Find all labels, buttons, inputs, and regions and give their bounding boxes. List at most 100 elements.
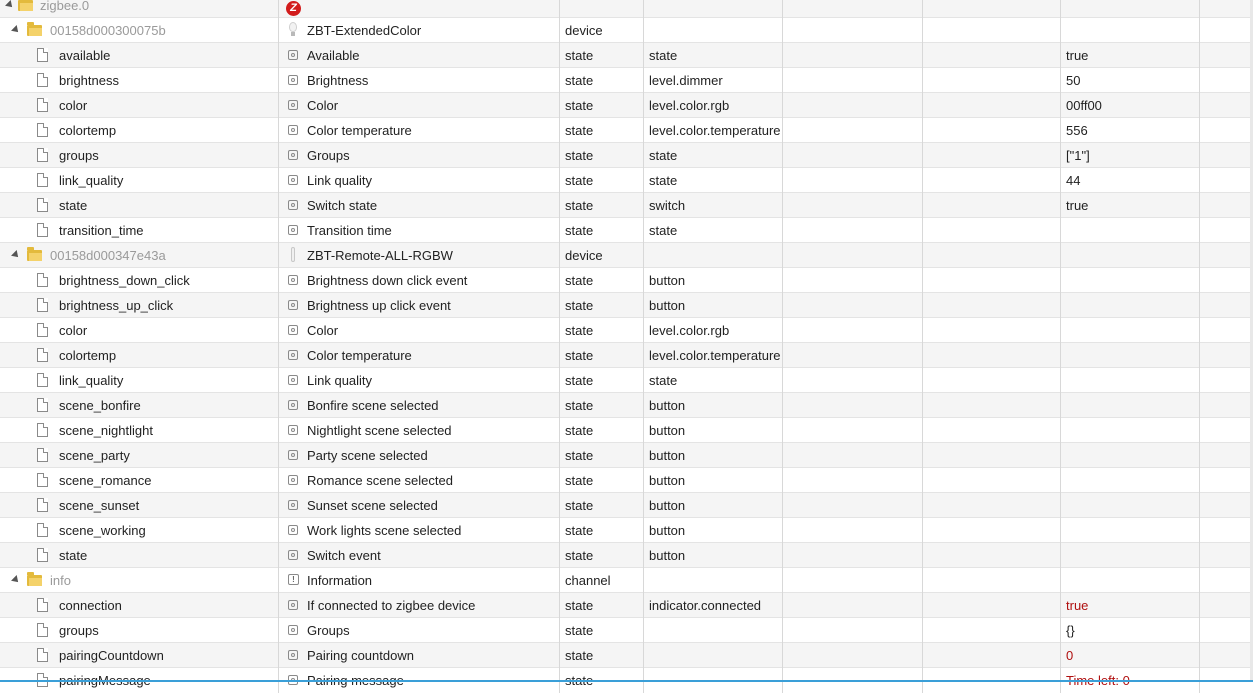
- object-id-cell[interactable]: brightness_up_click: [0, 293, 279, 318]
- object-value-cell[interactable]: 50: [1061, 68, 1200, 93]
- tree-folder-row[interactable]: zigbee.0: [0, 0, 1253, 18]
- object-value-cell[interactable]: [1061, 293, 1200, 318]
- object-value-cell[interactable]: [1061, 568, 1200, 593]
- tree-state-row[interactable]: colortemp Color temperature state level.col…: [0, 118, 1253, 143]
- object-value-cell[interactable]: [1061, 443, 1200, 468]
- object-function-cell[interactable]: [923, 393, 1061, 418]
- object-id-cell[interactable]: scene_nightlight: [0, 418, 279, 443]
- object-id-cell[interactable]: brightness_down_click: [0, 268, 279, 293]
- expand-toggle-icon[interactable]: [5, 0, 15, 10]
- object-value-cell[interactable]: true: [1061, 43, 1200, 68]
- object-room-cell[interactable]: [783, 93, 923, 118]
- object-room-cell[interactable]: [783, 593, 923, 618]
- object-function-cell[interactable]: [923, 493, 1061, 518]
- object-id-cell[interactable]: colortemp: [0, 118, 279, 143]
- tree-state-row[interactable]: link_quality Link quality state state: [0, 368, 1253, 393]
- tree-state-row[interactable]: scene_bonfire Bonfire scene selected state…: [0, 393, 1253, 418]
- object-value-cell[interactable]: [1061, 543, 1200, 568]
- object-id-cell[interactable]: brightness: [0, 68, 279, 93]
- object-value-cell[interactable]: [1061, 368, 1200, 393]
- object-id-cell[interactable]: link_quality: [0, 168, 279, 193]
- object-function-cell[interactable]: [923, 318, 1061, 343]
- object-id-cell[interactable]: scene_bonfire: [0, 393, 279, 418]
- object-room-cell[interactable]: [783, 293, 923, 318]
- tree-state-row[interactable]: scene_nightlight Nightlight scene selecte…: [0, 418, 1253, 443]
- tree-folder-row[interactable]: 00158d000347e43a ZBT-Remote-ALL-RGBW devic…: [0, 243, 1253, 268]
- object-id-cell[interactable]: colortemp: [0, 343, 279, 368]
- object-room-cell[interactable]: [783, 643, 923, 668]
- tree-state-row[interactable]: colortemp Color temperature state level.col…: [0, 343, 1253, 368]
- object-room-cell[interactable]: [783, 468, 923, 493]
- object-value-cell[interactable]: [1061, 493, 1200, 518]
- object-value-cell[interactable]: [1061, 468, 1200, 493]
- object-room-cell[interactable]: [783, 193, 923, 218]
- object-id-cell[interactable]: groups: [0, 618, 279, 643]
- object-function-cell[interactable]: [923, 593, 1061, 618]
- tree-state-row[interactable]: scene_romance Romance scene selected state…: [0, 468, 1253, 493]
- object-function-cell[interactable]: [923, 543, 1061, 568]
- object-room-cell[interactable]: [783, 43, 923, 68]
- tree-state-row[interactable]: groups Groups state state ["1"]: [0, 143, 1253, 168]
- tree-state-row[interactable]: color Color state level.color.rgb: [0, 318, 1253, 343]
- tree-state-row[interactable]: transition_time Transition time state state: [0, 218, 1253, 243]
- object-function-cell[interactable]: [923, 268, 1061, 293]
- object-function-cell[interactable]: [923, 468, 1061, 493]
- expand-toggle-icon[interactable]: [11, 250, 21, 260]
- object-function-cell[interactable]: [923, 193, 1061, 218]
- object-function-cell[interactable]: [923, 418, 1061, 443]
- object-function-cell[interactable]: [923, 168, 1061, 193]
- object-value-cell[interactable]: [1061, 318, 1200, 343]
- object-room-cell[interactable]: [783, 393, 923, 418]
- object-room-cell[interactable]: [783, 318, 923, 343]
- object-value-cell[interactable]: [1061, 343, 1200, 368]
- tree-state-row[interactable]: state Switch state state switch true: [0, 193, 1253, 218]
- object-id-cell[interactable]: scene_romance: [0, 468, 279, 493]
- object-id-cell[interactable]: available: [0, 43, 279, 68]
- object-id-cell[interactable]: scene_sunset: [0, 493, 279, 518]
- tree-state-row[interactable]: available Available state state true: [0, 43, 1253, 68]
- object-function-cell[interactable]: [923, 443, 1061, 468]
- object-id-cell[interactable]: info: [0, 568, 279, 593]
- object-id-cell[interactable]: 00158d000300075b: [0, 18, 279, 43]
- object-function-cell[interactable]: [923, 368, 1061, 393]
- tree-state-row[interactable]: brightness_down_click Brightness down cli…: [0, 268, 1253, 293]
- tree-state-row[interactable]: connection If connected to zigbee device s…: [0, 593, 1253, 618]
- object-room-cell[interactable]: [783, 0, 923, 18]
- object-id-cell[interactable]: color: [0, 318, 279, 343]
- tree-folder-row[interactable]: 00158d000300075b ZBT-ExtendedColor device: [0, 18, 1253, 43]
- object-id-cell[interactable]: pairingCountdown: [0, 643, 279, 668]
- object-value-cell[interactable]: ["1"]: [1061, 143, 1200, 168]
- object-room-cell[interactable]: [783, 68, 923, 93]
- object-value-cell[interactable]: true: [1061, 193, 1200, 218]
- tree-state-row[interactable]: groups Groups state {}: [0, 618, 1253, 643]
- object-room-cell[interactable]: [783, 243, 923, 268]
- object-id-cell[interactable]: connection: [0, 593, 279, 618]
- object-room-cell[interactable]: [783, 618, 923, 643]
- tree-state-row[interactable]: link_quality Link quality state state 44: [0, 168, 1253, 193]
- object-function-cell[interactable]: [923, 618, 1061, 643]
- object-value-cell[interactable]: [1061, 268, 1200, 293]
- object-function-cell[interactable]: [923, 18, 1061, 43]
- object-value-cell[interactable]: [1061, 0, 1200, 18]
- tree-state-row[interactable]: scene_party Party scene selected state butt…: [0, 443, 1253, 468]
- object-value-cell[interactable]: [1061, 243, 1200, 268]
- object-function-cell[interactable]: [923, 43, 1061, 68]
- object-room-cell[interactable]: [783, 168, 923, 193]
- tree-folder-row[interactable]: info! Information channel: [0, 568, 1253, 593]
- object-function-cell[interactable]: [923, 218, 1061, 243]
- object-value-cell[interactable]: 44: [1061, 168, 1200, 193]
- object-function-cell[interactable]: [923, 343, 1061, 368]
- object-function-cell[interactable]: [923, 93, 1061, 118]
- object-value-cell[interactable]: 556: [1061, 118, 1200, 143]
- object-id-cell[interactable]: transition_time: [0, 218, 279, 243]
- object-id-cell[interactable]: scene_party: [0, 443, 279, 468]
- tree-state-row[interactable]: pairingCountdown Pairing countdown state 0: [0, 643, 1253, 668]
- object-value-cell[interactable]: 0: [1061, 643, 1200, 668]
- object-room-cell[interactable]: [783, 268, 923, 293]
- object-id-cell[interactable]: state: [0, 193, 279, 218]
- object-room-cell[interactable]: [783, 418, 923, 443]
- object-room-cell[interactable]: [783, 343, 923, 368]
- object-id-cell[interactable]: groups: [0, 143, 279, 168]
- object-function-cell[interactable]: [923, 243, 1061, 268]
- object-room-cell[interactable]: [783, 143, 923, 168]
